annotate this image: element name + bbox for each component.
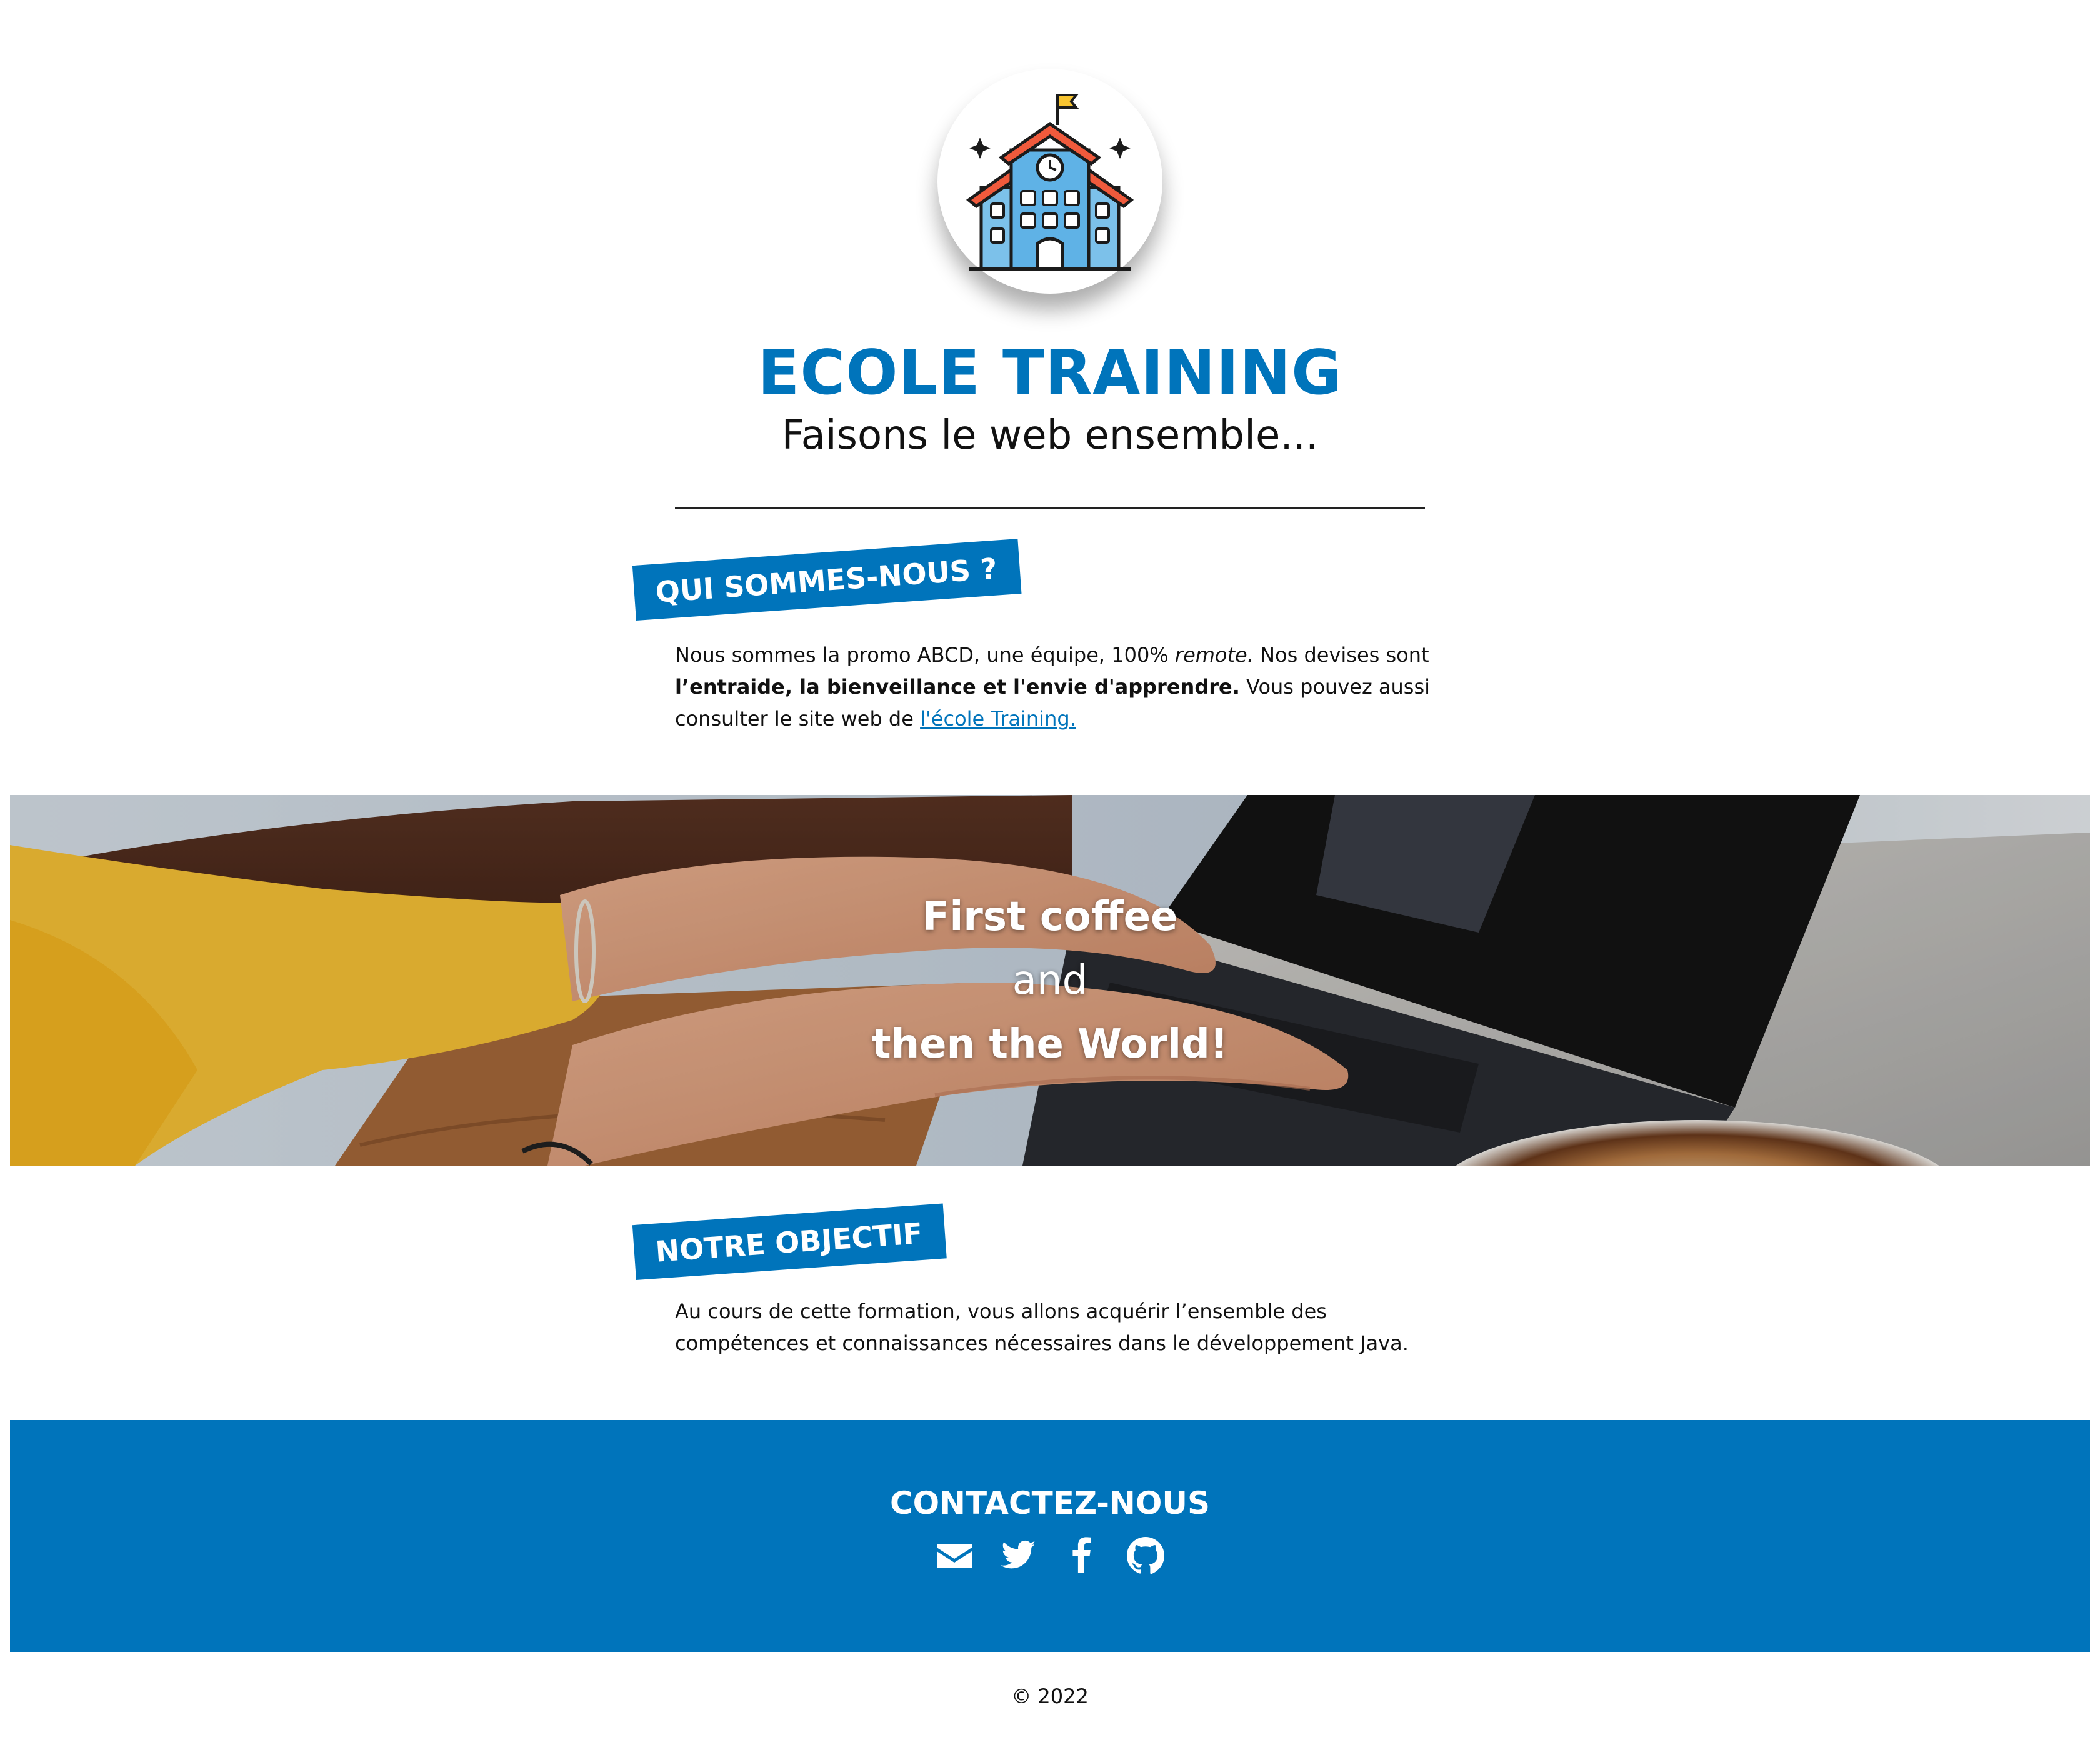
banner-line-2: and <box>1012 957 1088 1004</box>
envelope-icon <box>937 1544 972 1568</box>
github-icon <box>1127 1537 1164 1574</box>
page: ECOLE TRAINING Faisons le web ensemble..… <box>0 0 2100 1755</box>
section-tag-goal: NOTRE OBJECTIF <box>632 1203 948 1280</box>
copyright: © 2022 <box>1011 1684 1089 1708</box>
social-icons <box>10 1534 2090 1576</box>
github-link[interactable] <box>1124 1534 1167 1576</box>
banner-line-3: then the World! <box>871 1021 1229 1068</box>
facebook-icon <box>1072 1537 1091 1572</box>
site-subtitle: Faisons le web ensemble... <box>781 412 1319 459</box>
banner-caption: First coffee and then the World! <box>10 795 2090 1166</box>
email-link[interactable] <box>933 1534 976 1576</box>
facebook-link[interactable] <box>1061 1534 1103 1576</box>
twitter-icon <box>1001 1540 1036 1569</box>
about-text-2: Nos devises sont <box>1253 643 1429 667</box>
banner-line-1: First coffee <box>922 893 1178 940</box>
school-building-icon <box>966 94 1134 271</box>
about-text-bold: l’entraide, la bienveillance et l'envie … <box>675 675 1240 699</box>
about-text-italic: remote. <box>1174 643 1254 667</box>
site-title: ECOLE TRAINING <box>758 338 1342 409</box>
school-website-link[interactable]: l'école Training. <box>920 707 1076 731</box>
contact-title: CONTACTEZ-NOUS <box>889 1485 1210 1521</box>
header-divider <box>675 508 1425 509</box>
about-paragraph: Nous sommes la promo ABCD, une équipe, 1… <box>675 639 1438 735</box>
goal-paragraph: Au cours de cette formation, vous allons… <box>675 1299 1409 1355</box>
school-logo <box>938 69 1162 294</box>
about-text-1: Nous sommes la promo ABCD, une équipe, 1… <box>675 643 1175 667</box>
contact-section: CONTACTEZ-NOUS <box>10 1420 2090 1652</box>
section-tag-about: QUI SOMMES-NOUS ? <box>632 539 1022 621</box>
hero-banner: First coffee and then the World! <box>10 795 2090 1166</box>
twitter-link[interactable] <box>997 1534 1039 1576</box>
